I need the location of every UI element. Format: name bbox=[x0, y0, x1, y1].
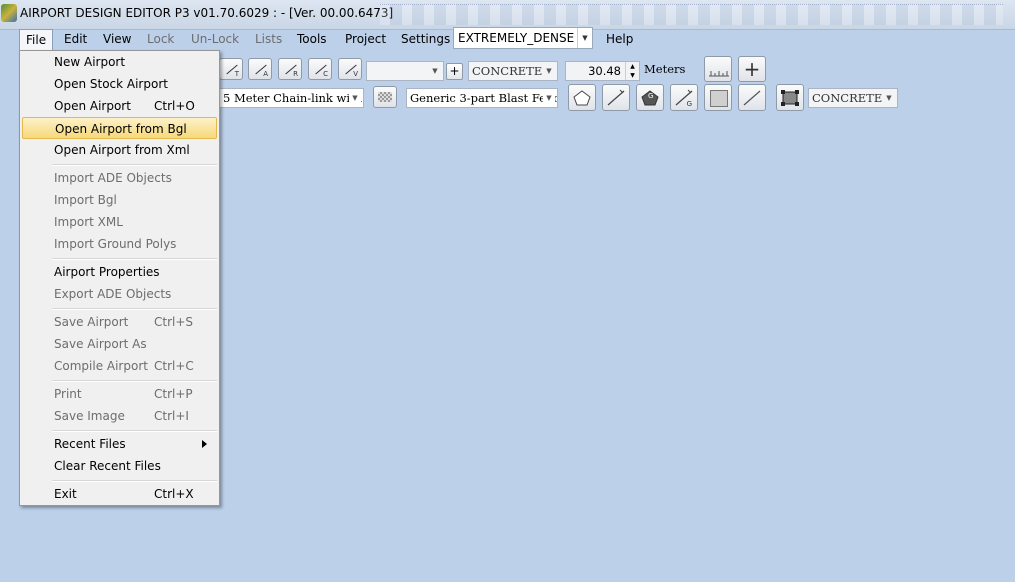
menu-separator bbox=[52, 308, 217, 310]
ground-line-button[interactable]: G bbox=[670, 84, 698, 111]
fence-combo[interactable]: 5 Meter Chain-link with b ▼ bbox=[219, 88, 364, 108]
menu-item-open-airport-from-bgl[interactable]: Open Airport from Bgl bbox=[22, 117, 217, 139]
diagonal-line-icon bbox=[743, 90, 761, 106]
menu-separator bbox=[52, 164, 217, 166]
menu-item-clear-recent-files[interactable]: Clear Recent Files bbox=[22, 455, 217, 477]
menu-help[interactable]: Help bbox=[600, 29, 639, 50]
draw-line-button[interactable] bbox=[602, 84, 630, 111]
menu-item-import-xml[interactable]: Import XML bbox=[22, 211, 217, 233]
fence-texture-button[interactable] bbox=[373, 86, 397, 108]
menu-item-open-stock-airport[interactable]: Open Stock Airport bbox=[22, 73, 217, 95]
toolbar-btn-v[interactable]: V bbox=[338, 58, 362, 80]
ground-line-badge: G bbox=[686, 100, 692, 108]
menu-settings[interactable]: Settings bbox=[395, 29, 456, 50]
title-bar: AIRPORT DESIGN EDITOR P3 v01.70.6029 : -… bbox=[0, 0, 1015, 30]
toolbar-btn-c[interactable]: C bbox=[308, 58, 332, 80]
surface-combo-2[interactable]: CONCRETE ▼ bbox=[808, 88, 898, 108]
menu-file[interactable]: File bbox=[19, 29, 54, 52]
menu-separator bbox=[52, 380, 217, 382]
menu-item-save-airport[interactable]: Save Airport Ctrl+S bbox=[22, 311, 217, 333]
units-label: Meters bbox=[644, 62, 686, 76]
line-tool-button[interactable] bbox=[738, 84, 766, 111]
submenu-arrow-icon bbox=[202, 440, 207, 448]
menu-item-recent-files[interactable]: Recent Files bbox=[22, 433, 217, 455]
chevron-down-icon: ▼ bbox=[543, 89, 555, 107]
menu-separator bbox=[52, 480, 217, 482]
menu-tools[interactable]: Tools bbox=[291, 29, 333, 50]
checker-pattern-icon bbox=[378, 92, 392, 102]
add-small-button[interactable]: + bbox=[446, 63, 463, 80]
menu-separator bbox=[52, 258, 217, 260]
title-bar-decoration bbox=[380, 4, 1003, 25]
menu-lock[interactable]: Lock bbox=[141, 29, 180, 50]
toolbar-btn-a[interactable]: A bbox=[248, 58, 272, 80]
menu-item-save-image[interactable]: Save Image Ctrl+I bbox=[22, 405, 217, 427]
menu-item-compile-airport[interactable]: Compile Airport Ctrl+C bbox=[22, 355, 217, 377]
menu-item-import-ade-objects[interactable]: Import ADE Objects bbox=[22, 167, 217, 189]
toolbar-btn-t[interactable]: T bbox=[219, 58, 243, 80]
width-value: 30.48 bbox=[588, 64, 621, 78]
menu-item-open-airport-from-xml[interactable]: Open Airport from Xml bbox=[22, 139, 217, 161]
fence-combo-value: 5 Meter Chain-link with b bbox=[223, 91, 364, 105]
density-value: EXTREMELY_DENSE bbox=[458, 31, 575, 45]
menu-item-import-bgl[interactable]: Import Bgl bbox=[22, 189, 217, 211]
chevron-down-icon: ▼ bbox=[883, 89, 895, 107]
width-spinner[interactable]: 30.48 ▲ ▼ bbox=[565, 61, 640, 81]
menu-item-airport-properties[interactable]: Airport Properties bbox=[22, 261, 217, 283]
menu-project[interactable]: Project bbox=[339, 29, 392, 50]
app-logo-icon bbox=[1, 4, 17, 22]
square-fill-icon bbox=[710, 90, 728, 107]
blast-fence-combo-value: Generic 3-part Blast Fence bbox=[410, 91, 558, 105]
polygon-button[interactable] bbox=[568, 84, 596, 111]
draw-line-icon bbox=[607, 89, 625, 106]
toolbar-btn-r[interactable]: R bbox=[278, 58, 302, 80]
select-area-button[interactable] bbox=[776, 84, 804, 111]
ruler-icon bbox=[709, 71, 729, 77]
menu-item-import-ground-polys[interactable]: Import Ground Polys bbox=[22, 233, 217, 255]
ground-poly-button[interactable]: G bbox=[636, 84, 664, 111]
ground-poly-badge: G bbox=[648, 92, 654, 100]
select-area-icon bbox=[781, 90, 799, 106]
empty-combo[interactable]: ▼ bbox=[366, 61, 444, 81]
plus-icon: + bbox=[743, 57, 761, 81]
surface-combo-2-value: CONCRETE bbox=[812, 91, 883, 105]
fill-square-button[interactable] bbox=[704, 84, 732, 111]
chevron-down-icon: ▼ bbox=[349, 89, 361, 107]
window-title: AIRPORT DESIGN EDITOR P3 v01.70.6029 : -… bbox=[20, 6, 394, 20]
menu-item-export-ade-objects[interactable]: Export ADE Objects bbox=[22, 283, 217, 305]
chevron-down-icon: ▼ bbox=[429, 62, 441, 80]
add-button[interactable]: + bbox=[738, 56, 766, 82]
menu-unlock[interactable]: Un-Lock bbox=[185, 29, 245, 50]
surface-combo-1-value: CONCRETE bbox=[472, 64, 543, 78]
density-select[interactable]: EXTREMELY_DENSE ▼ bbox=[453, 27, 593, 49]
menu-item-save-airport-as[interactable]: Save Airport As bbox=[22, 333, 217, 355]
ruler-button[interactable] bbox=[704, 56, 732, 82]
polygon-icon bbox=[573, 90, 591, 106]
menu-lists[interactable]: Lists bbox=[249, 29, 288, 50]
file-menu-dropdown: New Airport Open Stock Airport Open Airp… bbox=[19, 50, 220, 506]
blast-fence-combo[interactable]: Generic 3-part Blast Fence ▼ bbox=[406, 88, 558, 108]
menu-item-open-airport[interactable]: Open Airport Ctrl+O bbox=[22, 95, 217, 117]
chevron-down-icon: ▼ bbox=[577, 28, 592, 48]
menu-edit[interactable]: Edit bbox=[58, 29, 93, 50]
menu-view[interactable]: View bbox=[97, 29, 137, 50]
menu-item-print[interactable]: Print Ctrl+P bbox=[22, 383, 217, 405]
chevron-down-icon: ▼ bbox=[543, 62, 555, 80]
menu-item-new-airport[interactable]: New Airport bbox=[22, 51, 217, 73]
menu-separator bbox=[52, 430, 217, 432]
surface-combo-1[interactable]: CONCRETE ▼ bbox=[468, 61, 558, 81]
spinner-arrows-icon: ▲ ▼ bbox=[625, 62, 639, 80]
menu-item-exit[interactable]: Exit Ctrl+X bbox=[22, 483, 217, 505]
